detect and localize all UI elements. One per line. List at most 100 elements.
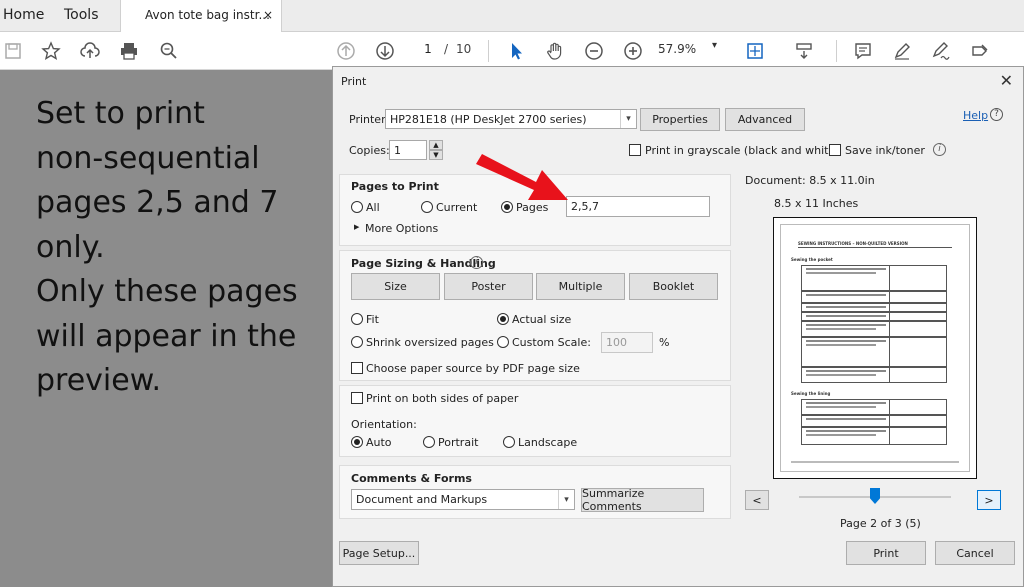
copies-up-icon[interactable]: ▲	[429, 140, 443, 150]
next-preview-button[interactable]: >	[977, 490, 1001, 510]
page-number-input[interactable]: 1	[414, 42, 442, 56]
pages-range-input[interactable]: 2,5,7	[566, 196, 710, 217]
dialog-title: Print	[341, 75, 367, 88]
more-options-link[interactable]: More Options	[365, 222, 438, 235]
page-preview: SEWING INSTRUCTIONS – NON-QUILTED VERSIO…	[773, 217, 977, 479]
fit-radio[interactable]	[351, 313, 363, 325]
both-sides-checkbox[interactable]	[351, 392, 363, 404]
cancel-button[interactable]: Cancel	[935, 541, 1015, 565]
page-separator: /	[444, 42, 449, 56]
help-link[interactable]: Help	[963, 109, 988, 122]
multiple-button[interactable]: Multiple	[536, 273, 625, 300]
zoom-dropdown-icon[interactable]: ▾	[712, 40, 717, 51]
sign-icon[interactable]	[930, 40, 952, 62]
more-options-caret-icon[interactable]: ▶	[354, 223, 359, 231]
save-ink-checkbox[interactable]	[829, 144, 841, 156]
current-page-radio[interactable]	[421, 201, 433, 213]
previous-preview-button[interactable]: <	[745, 490, 769, 510]
comment-icon[interactable]	[852, 40, 874, 62]
printer-select[interactable]: HP281E18 (HP DeskJet 2700 series) ▾	[385, 109, 637, 129]
custom-scale-radio[interactable]	[497, 336, 509, 348]
all-pages-label: All	[366, 201, 380, 214]
save-icon[interactable]	[2, 40, 24, 62]
preview-table-row	[801, 291, 947, 303]
fill-sign-icon[interactable]	[969, 40, 991, 62]
all-pages-radio[interactable]	[351, 201, 363, 213]
zoom-level[interactable]: 57.9%	[658, 42, 696, 56]
info-icon[interactable]: i	[933, 143, 946, 156]
annotation-line: preview.	[36, 363, 162, 398]
previous-page-icon[interactable]	[335, 40, 357, 62]
page-setup-button[interactable]: Page Setup...	[339, 541, 419, 565]
auto-orientation-radio[interactable]	[351, 436, 363, 448]
copies-input[interactable]: 1	[389, 140, 427, 160]
fit-page-icon[interactable]	[744, 40, 766, 62]
annotation-line: only.	[36, 229, 105, 265]
close-tab-icon[interactable]: ×	[263, 8, 273, 22]
actual-size-label: Actual size	[512, 313, 572, 326]
landscape-label: Landscape	[518, 436, 578, 449]
annotation-line: Set to print	[36, 96, 205, 131]
copies-label: Copies:	[349, 144, 390, 157]
zoom-in-icon[interactable]	[622, 40, 644, 62]
annotation-text: Set to print non-sequential pages 2,5 an…	[36, 92, 326, 404]
summarize-comments-button[interactable]: Summarize Comments	[581, 487, 704, 513]
zoom-out-icon[interactable]	[583, 40, 605, 62]
comments-select[interactable]: Document and Markups ▾	[351, 489, 575, 510]
size-button[interactable]: Size	[351, 273, 440, 300]
pages-to-print-title: Pages to Print	[351, 180, 439, 193]
toolbar-divider	[488, 40, 489, 62]
select-cursor-icon[interactable]	[505, 40, 527, 62]
choose-source-label: Choose paper source by PDF page size	[366, 362, 580, 375]
poster-button[interactable]: Poster	[444, 273, 533, 300]
choose-source-checkbox[interactable]	[351, 362, 363, 374]
printer-icon[interactable]	[118, 40, 140, 62]
help-question-icon[interactable]: ?	[990, 108, 1003, 121]
copies-down-icon[interactable]: ▼	[429, 150, 443, 160]
annotation-line: Only these pages	[36, 274, 298, 309]
home-tab[interactable]: Home	[3, 7, 44, 23]
custom-scale-input[interactable]: 100	[601, 332, 653, 353]
toolbar: 1 / 10 57.9% ▾	[0, 32, 1024, 70]
print-button[interactable]: Print	[846, 541, 926, 565]
shrink-radio[interactable]	[351, 336, 363, 348]
preview-table-row	[801, 321, 947, 337]
printer-label: Printer:	[349, 113, 390, 126]
grayscale-checkbox[interactable]	[629, 144, 641, 156]
annotation-line: pages 2,5 and 7	[36, 185, 279, 220]
custom-scale-label: Custom Scale:	[512, 336, 591, 349]
preview-table-row	[801, 312, 947, 321]
printer-value: HP281E18 (HP DeskJet 2700 series)	[390, 113, 587, 126]
scroll-mode-icon[interactable]	[793, 40, 815, 62]
preview-section-heading: Sewing the lining	[791, 391, 831, 396]
close-icon[interactable]: ✕	[1000, 71, 1013, 90]
properties-button[interactable]: Properties	[640, 108, 720, 131]
portrait-radio[interactable]	[423, 436, 435, 448]
shrink-label: Shrink oversized pages	[366, 336, 494, 349]
tab-bar: Home Tools Avon tote bag instr... ×	[0, 0, 1024, 32]
annotation-line: will appear in the	[36, 318, 297, 354]
actual-size-radio[interactable]	[497, 313, 509, 325]
pen-icon[interactable]	[891, 40, 913, 62]
preview-table-row	[801, 367, 947, 383]
next-page-icon[interactable]	[374, 40, 396, 62]
document-tab-title: Avon tote bag instr...	[145, 8, 270, 22]
landscape-radio[interactable]	[503, 436, 515, 448]
cloud-upload-icon[interactable]	[79, 40, 101, 62]
slider-thumb[interactable]	[870, 488, 880, 504]
hand-tool-icon[interactable]	[544, 40, 566, 62]
toolbar-divider	[836, 40, 837, 62]
fit-label: Fit	[366, 313, 379, 326]
zoom-search-icon[interactable]	[158, 40, 180, 62]
document-tab[interactable]: Avon tote bag instr... ×	[120, 0, 282, 32]
preview-table-row	[801, 399, 947, 415]
tools-tab[interactable]: Tools	[64, 7, 99, 23]
comments-forms-title: Comments & Forms	[351, 472, 472, 485]
booklet-button[interactable]: Booklet	[629, 273, 718, 300]
advanced-button[interactable]: Advanced	[725, 108, 805, 131]
print-dialog: Print ✕ Printer: HP281E18 (HP DeskJet 27…	[332, 66, 1024, 587]
annotation-line: non-sequential	[36, 140, 260, 176]
star-icon[interactable]	[40, 40, 62, 62]
info-icon[interactable]: i	[470, 256, 483, 269]
page-total: 10	[456, 42, 472, 56]
